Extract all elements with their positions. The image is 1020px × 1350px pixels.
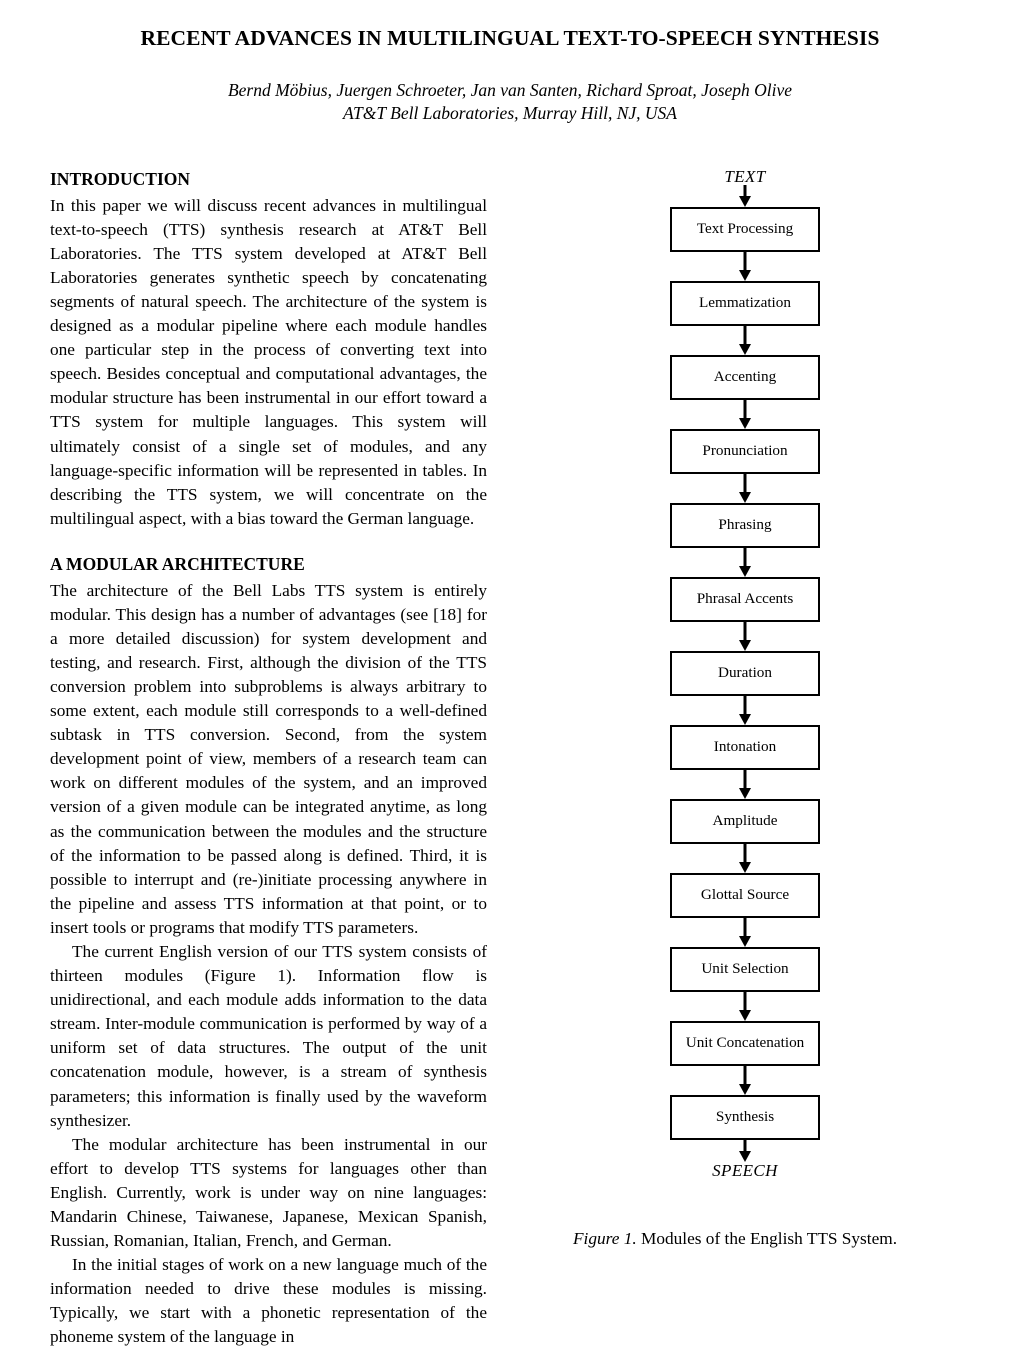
arrow-down-icon (736, 252, 754, 281)
module-label: Synthesis (715, 1108, 775, 1126)
paragraph-architecture-3: The modular architecture has been instru… (50, 1134, 487, 1251)
module-box-unit-selection: Unit Selection (670, 947, 820, 992)
module-label: Unit Selection (701, 960, 789, 978)
arrow-down-icon (736, 622, 754, 651)
arrow-down-icon (736, 992, 754, 1021)
paragraph-architecture-2: The current English version of our TTS s… (50, 941, 487, 1130)
figure-number: Figure 1. (572, 1229, 637, 1248)
module-box-glottal-source: Glottal Source (670, 873, 820, 918)
section-heading-modular-architecture: A MODULAR ARCHITECTURE (50, 553, 305, 574)
arrow-down-icon (736, 185, 754, 207)
module-label: Duration (718, 664, 772, 682)
arrow-down-icon (736, 326, 754, 355)
module-box-synthesis: Synthesis (670, 1095, 820, 1140)
arrow-down-icon (736, 918, 754, 947)
module-box-phrasal-accents: Phrasal Accents (670, 577, 820, 622)
module-label: Lemmatization (699, 294, 791, 312)
module-label: Text Processing (696, 220, 794, 238)
arrow-down-icon (736, 696, 754, 725)
module-box-unit-concatenation: Unit Concatenation (670, 1021, 820, 1066)
module-box-pronunciation: Pronunciation (670, 429, 820, 474)
left-text-column: INTRODUCTION In this paper we will discu… (50, 168, 487, 1350)
arrow-down-icon (736, 400, 754, 429)
module-box-duration: Duration (670, 651, 820, 696)
arrow-down-icon (736, 1066, 754, 1095)
arrow-down-icon (736, 1140, 754, 1162)
arrow-down-icon (736, 770, 754, 799)
paragraph-introduction-1: In this paper we will discuss recent adv… (50, 195, 487, 528)
figure-column: TEXT Text Processing Lemmatization Accen… (520, 168, 970, 1179)
section-heading-introduction: INTRODUCTION (50, 169, 191, 189)
arrow-down-icon (736, 474, 754, 503)
tts-pipeline-flowchart: TEXT Text Processing Lemmatization Accen… (520, 168, 970, 1179)
module-label: Phrasal Accents (696, 590, 794, 608)
figure-caption: Figure 1. Modules of the English TTS Sys… (500, 1228, 970, 1250)
figure-caption-text: Modules of the English TTS System. (636, 1229, 898, 1248)
flowchart-input-label: TEXT (724, 167, 766, 186)
affiliation: AT&T Bell Laboratories, Murray Hill, NJ,… (343, 102, 677, 123)
module-box-phrasing: Phrasing (670, 503, 820, 548)
module-box-lemmatization: Lemmatization (670, 281, 820, 326)
module-box-accenting: Accenting (670, 355, 820, 400)
module-label: Glottal Source (700, 886, 790, 904)
paragraph-architecture-1: The architecture of the Bell Labs TTS sy… (50, 580, 487, 937)
arrow-down-icon (736, 844, 754, 873)
paragraph-architecture-4: In the initial stages of work on a new l… (50, 1255, 487, 1347)
module-box-text-processing: Text Processing (670, 207, 820, 252)
module-label: Intonation (713, 738, 777, 756)
module-box-intonation: Intonation (670, 725, 820, 770)
author-list: Bernd Möbius, Juergen Schroeter, Jan van… (227, 79, 793, 100)
module-label: Phrasing (718, 516, 772, 534)
flowchart-output-label: SPEECH (712, 1161, 778, 1180)
module-box-amplitude: Amplitude (670, 799, 820, 844)
arrow-down-icon (736, 548, 754, 577)
module-label: Accenting (713, 368, 777, 386)
page-title: RECENT ADVANCES IN MULTILINGUAL TEXT-TO-… (140, 26, 880, 50)
paper-header: RECENT ADVANCES IN MULTILINGUAL TEXT-TO-… (50, 26, 970, 125)
module-label: Pronunciation (702, 442, 788, 460)
module-label: Unit Concatenation (685, 1034, 805, 1052)
module-label: Amplitude (712, 812, 778, 830)
